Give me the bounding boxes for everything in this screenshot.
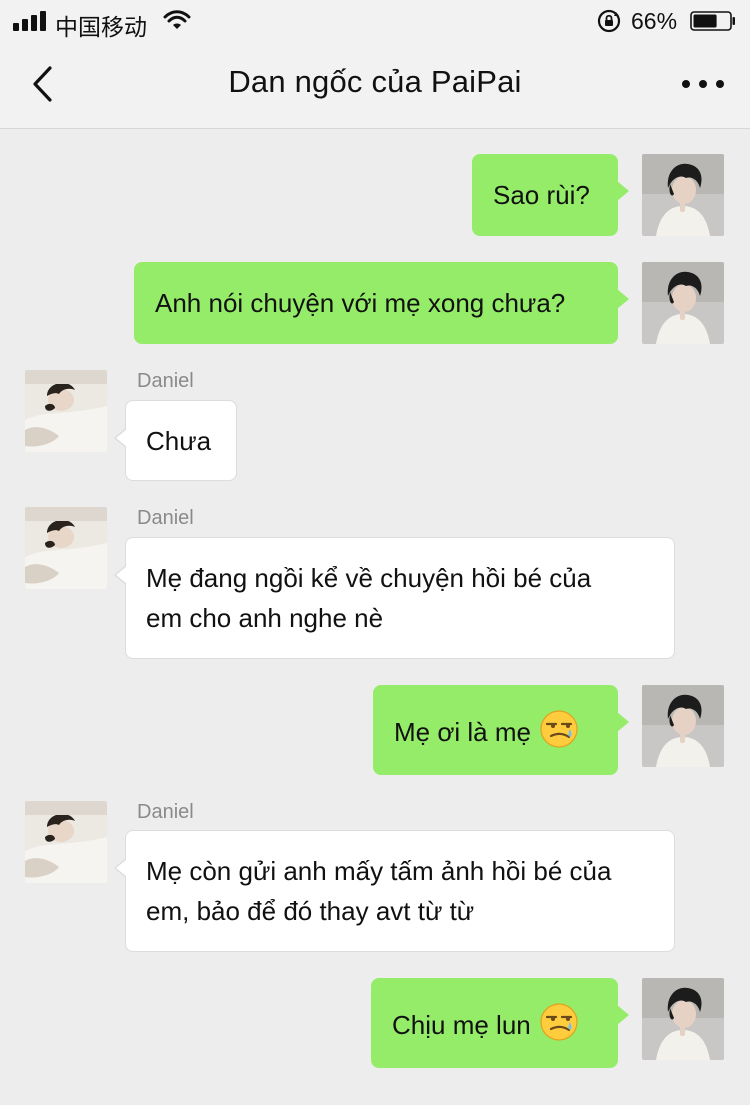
my-avatar[interactable] [642,685,724,767]
my-avatar[interactable] [642,262,724,344]
message-bubble-outgoing[interactable]: Anh nói chuyện với mẹ xong chưa? [134,262,629,344]
daniel-avatar[interactable] [25,507,107,589]
sender-name: Daniel [137,801,194,823]
more-dots-icon [682,80,724,88]
battery-percent: 66% [631,8,678,34]
message-text: Mẹ còn gửi anh mấy tấm ảnh hồi bé của em… [146,856,612,926]
message-bubble-outgoing[interactable]: Chịu mẹ lun [371,978,629,1068]
daniel-avatar[interactable] [25,801,107,883]
message-text: Chịu mẹ lun [392,1010,531,1040]
signal-icon [13,11,47,31]
chat-header: Dan ngốc của PaiPai [0,42,750,129]
chat-title: Dan ngốc của PaiPai [228,64,522,99]
message-bubble-incoming[interactable]: Mẹ còn gửi anh mấy tấm ảnh hồi bé của em… [114,830,675,952]
sender-name: Daniel [137,507,194,529]
status-bar: 中国移动 66% [0,0,750,42]
rotation-lock-icon [597,9,621,33]
my-avatar[interactable] [642,978,724,1060]
message-text: Chưa [146,426,212,456]
smirk-sweat-emoji-icon [539,709,579,749]
message-text: Anh nói chuyện với mẹ xong chưa? [155,288,566,318]
more-options-button[interactable] [678,68,728,100]
message-bubble-incoming[interactable]: Chưa [114,400,237,481]
message-text: Mẹ đang ngồi kể về chuyện hồi bé của em … [146,563,592,633]
message-bubble-outgoing[interactable]: Mẹ ơi là mẹ [373,685,629,775]
smirk-sweat-emoji-icon [539,1002,579,1042]
wifi-icon [163,10,191,29]
battery-icon [690,11,735,31]
message-bubble-incoming[interactable]: Mẹ đang ngồi kể về chuyện hồi bé của em … [114,537,675,659]
sender-name: Daniel [137,370,194,392]
my-avatar[interactable] [642,154,724,236]
message-bubble-outgoing[interactable]: Sao rùi? [472,154,629,236]
carrier-name: 中国移动 [55,14,147,40]
daniel-avatar[interactable] [25,370,107,452]
message-text: Sao rùi? [493,180,590,210]
message-text: Mẹ ơi là mẹ [394,717,531,747]
